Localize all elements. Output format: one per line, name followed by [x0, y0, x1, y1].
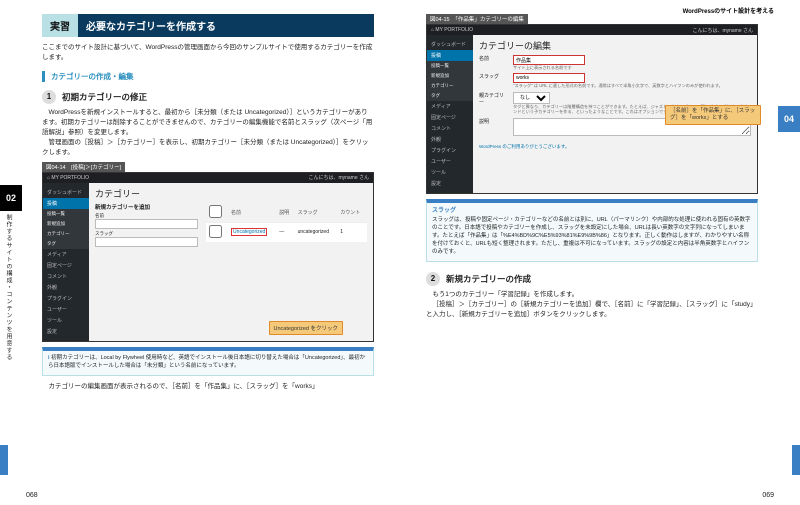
wp-screenshot-a: ⌂ MY PORTFOLIO こんにちは、myname さん ダッシュボード 投… [42, 172, 374, 342]
wp-submenu-category-b[interactable]: カテゴリー [427, 81, 473, 91]
side-vertical-title: 制作するサイトの構成・コンテンツを用意する [4, 214, 13, 361]
wp-menu-comments-b[interactable]: コメント [427, 123, 473, 134]
figure-a-label: 図04-14 [投稿]＞[カテゴリー] [42, 162, 125, 172]
figure-b-label: 図04-15 「作品集」カテゴリーの編集 [426, 14, 528, 24]
wp-form-parent-select[interactable]: なし [513, 92, 550, 104]
wp-menu-media-b[interactable]: メディア [427, 101, 473, 112]
step-2-heading: 2 新規カテゴリーの作成 [426, 272, 758, 286]
wp-col-name: 名前 [228, 203, 276, 223]
wp-submenu-list-b[interactable]: 投稿一覧 [427, 61, 473, 71]
wp-submenu-new-b[interactable]: 新規追加 [427, 71, 473, 81]
wp-col-count: カウント [337, 203, 367, 223]
wp-form-slug-hint: "スラッグ" は URL に適した形式の名前です。通常はすべて半角小文字で、英数… [513, 83, 751, 88]
page-number-left: 068 [26, 492, 38, 499]
step-1-heading: 1 初期カテゴリーの修正 [42, 90, 374, 104]
wp-form-name-hint: サイト上に表示される名前です [513, 65, 751, 70]
wp-newcat-label: 新規カテゴリーを追加 [95, 203, 198, 211]
wp-menu-plugins[interactable]: プラグイン [43, 293, 89, 304]
step-1-title: 初期カテゴリーの修正 [62, 91, 147, 103]
wp-menu-users-b[interactable]: ユーザー [427, 156, 473, 167]
wp-submenu-tag-b[interactable]: タグ [427, 91, 473, 101]
right-page: WordPressのサイト設計を考える 04 069 図04-15 「作品集」カ… [400, 0, 800, 505]
after-shot-a: カテゴリーの編集画面が表示されるので、［名前］を「作品集」に、［スラッグ］を「w… [42, 382, 374, 392]
wp-menu-pages[interactable]: 固定ページ [43, 260, 89, 271]
note-a-text: 初期カテゴリーは、Local by Flywheel 使用時など、英語でインスト… [48, 355, 365, 369]
wp-menu-settings[interactable]: 設定 [43, 326, 89, 337]
slug-explainer-body: スラッグは、投稿や固定ページ・カテゴリーなどの名前とは別に、URL（パーマリンク… [432, 217, 752, 257]
note-a: i 初期カテゴリーは、Local by Flywheel 使用時など、英語でイン… [42, 347, 374, 376]
wp-row-slug: uncategorized [295, 222, 338, 242]
wp-menu-plugins-b[interactable]: プラグイン [427, 145, 473, 156]
wp-topbar-right-b: こんにちは、myname さん [692, 27, 753, 34]
wp-form-desc-label: 説明 [479, 118, 507, 125]
wp-menu-comments[interactable]: コメント [43, 271, 89, 282]
practice-heading: 実習 必要なカテゴリーを作成する [42, 14, 374, 37]
wp-sidebar: ダッシュボード 投稿 投稿一覧 新規追加 カテゴリー タグ メディア 固定ページ… [43, 183, 89, 341]
step-number-2: 2 [426, 272, 440, 286]
slug-explainer-title: スラッグ [432, 207, 752, 216]
step-2-body-1: もう1つのカテゴリー「学習記録」を作成します。 [426, 290, 758, 300]
wp-newcat-name-input[interactable] [95, 219, 198, 229]
left-page: 02 制作するサイトの構成・コンテンツを用意する 068 実習 必要なカテゴリー… [0, 0, 400, 505]
wp-topbar-right: こんにちは、myname さん [308, 174, 369, 181]
wp-submenu-new[interactable]: 新規追加 [43, 219, 89, 229]
wp-menu-tools-b[interactable]: ツール [427, 167, 473, 178]
wp-menu-dashboard[interactable]: ダッシュボード [43, 187, 89, 198]
wp-row-count: 1 [337, 222, 367, 242]
practice-title: 必要なカテゴリーを作成する [78, 14, 374, 37]
wp-menu-pages-b[interactable]: 固定ページ [427, 112, 473, 123]
wp-col-slug: スラッグ [295, 203, 338, 223]
wp-screenshot-b: ⌂ MY PORTFOLIO こんにちは、myname さん ダッシュボード 投… [426, 24, 758, 194]
wp-sidebar-b: ダッシュボード 投稿 投稿一覧 新規追加 カテゴリー タグ メディア 固定ページ… [427, 35, 473, 193]
wp-form-slug-label: スラッグ [479, 73, 507, 80]
running-head: WordPressのサイト設計を考える [683, 6, 774, 15]
step-2-body-2: ［投稿］＞［カテゴリー］の［新規カテゴリーを追加］欄で、［名前］に「学習記録」、… [426, 300, 758, 320]
wp-footer: WordPress のご利用ありがとうございます。 [479, 144, 751, 150]
callout-click-uncategorized: Uncategorized をクリック [269, 321, 344, 335]
wp-topbar-left: ⌂ MY PORTFOLIO [47, 175, 89, 181]
wp-main-heading: カテゴリー [95, 187, 367, 200]
wp-col-desc: 説明 [276, 203, 294, 223]
practice-badge: 実習 [42, 14, 78, 37]
step-1-body-1: WordPressを新規インストールすると、最初から［未分類（または Uncat… [42, 108, 374, 138]
wp-form-parent-label: 親カテゴリー [479, 92, 507, 106]
wp-menu-appearance-b[interactable]: 外観 [427, 134, 473, 145]
wp-menu-dashboard-b[interactable]: ダッシュボード [427, 39, 473, 50]
wp-form-slug-input[interactable] [513, 73, 585, 83]
wp-topbar-left-b: ⌂ MY PORTFOLIO [431, 27, 473, 33]
wp-row-name[interactable]: Uncategorized [231, 228, 267, 236]
wp-category-table: 名前 説明 スラッグ カウント Uncategorized — [206, 203, 367, 242]
wp-menu-settings-b[interactable]: 設定 [427, 178, 473, 189]
blue-mark-left [0, 445, 8, 475]
slug-explainer: スラッグ スラッグは、投稿や固定ページ・カテゴリーなどの名前とは別に、URL（パ… [426, 199, 758, 262]
wp-menu-posts[interactable]: 投稿 [43, 198, 89, 209]
blue-mark-right [792, 445, 800, 475]
chapter-tab-right: 04 [778, 106, 800, 132]
figure-b: 図04-15 「作品集」カテゴリーの編集 ⌂ MY PORTFOLIO こんにち… [426, 14, 758, 194]
wp-menu-users[interactable]: ユーザー [43, 304, 89, 315]
step-number-1: 1 [42, 90, 56, 104]
wp-row-check[interactable] [209, 225, 222, 238]
figure-a: 図04-14 [投稿]＞[カテゴリー] ⌂ MY PORTFOLIO こんにちは… [42, 162, 374, 342]
wp-table-row[interactable]: Uncategorized — uncategorized 1 [206, 222, 367, 242]
page-number-right: 069 [762, 492, 774, 499]
wp-menu-appearance[interactable]: 外観 [43, 282, 89, 293]
wp-submenu-category[interactable]: カテゴリー [43, 229, 89, 239]
wp-menu-posts-b[interactable]: 投稿 [427, 50, 473, 61]
step-2-title: 新規カテゴリーの作成 [446, 273, 531, 285]
subsection-title: カテゴリーの作成・編集 [42, 71, 374, 82]
wp-newcat-slug-input[interactable] [95, 237, 198, 247]
wp-submenu-list[interactable]: 投稿一覧 [43, 209, 89, 219]
wp-menu-media[interactable]: メディア [43, 249, 89, 260]
step-1-body-2: 管理画面の［投稿］＞［カテゴリー］を表示し、初期カテゴリー［未分類（または Un… [42, 138, 374, 158]
wp-edit-heading: カテゴリーの編集 [479, 39, 751, 52]
wp-form-name-label: 名前 [479, 55, 507, 62]
wp-form-name-input[interactable] [513, 55, 585, 65]
wp-table-checkall[interactable] [209, 205, 222, 218]
intro-text: ここまでのサイト設計に基づいて、WordPressの管理画面から今回のサンプルサ… [42, 43, 374, 63]
callout-name-slug: ［名前］を「作品集」に、［スラッグ］を「works」とする [665, 105, 761, 125]
wp-menu-tools[interactable]: ツール [43, 315, 89, 326]
wp-submenu-tag[interactable]: タグ [43, 239, 89, 249]
chapter-tab-left: 02 [0, 185, 22, 211]
